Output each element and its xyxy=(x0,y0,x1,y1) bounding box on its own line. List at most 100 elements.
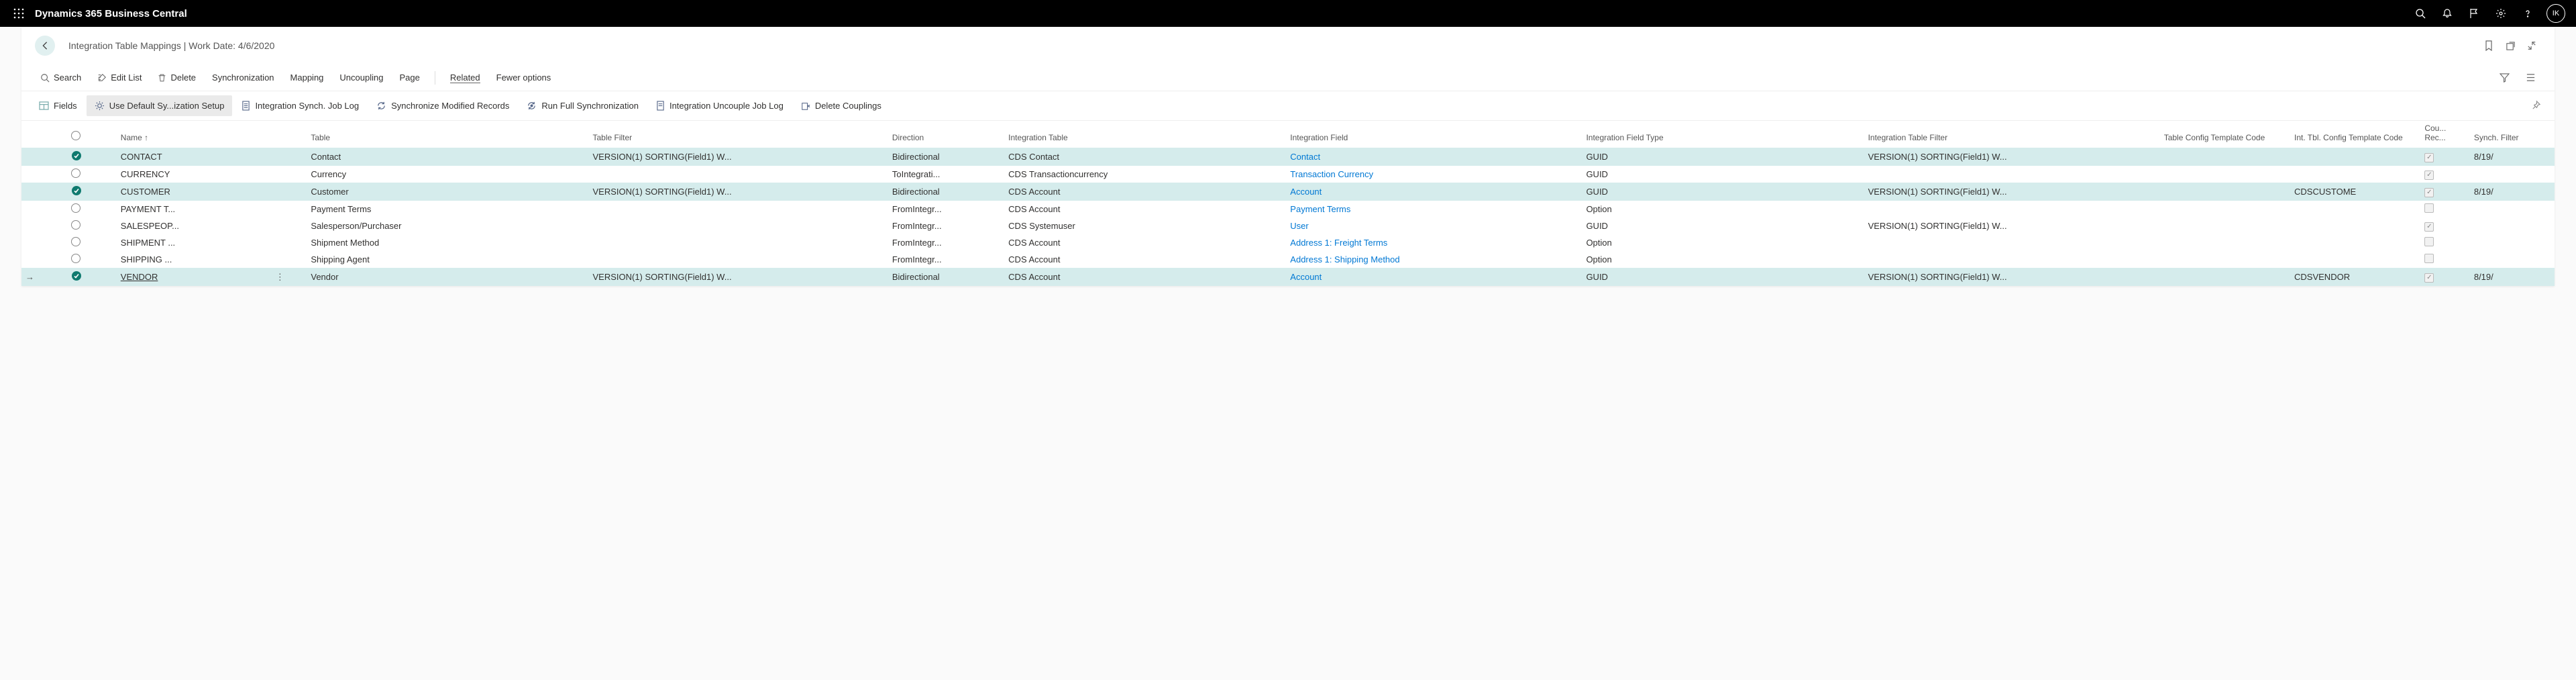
list-view-icon[interactable] xyxy=(2519,68,2542,87)
cell-int-field[interactable]: Payment Terms xyxy=(1286,201,1582,217)
col-int-cfg[interactable]: Int. Tbl. Config Template Code xyxy=(2290,121,2420,148)
app-launcher-icon[interactable] xyxy=(5,0,32,27)
cell-int-tbl-filter[interactable] xyxy=(1864,201,2160,217)
col-int-field[interactable]: Integration Field xyxy=(1286,121,1582,148)
cell-direction[interactable]: FromIntegr... xyxy=(888,201,1004,217)
flag-icon[interactable] xyxy=(2461,0,2487,27)
cell-tbl-cfg[interactable] xyxy=(2160,183,2290,201)
cell-name[interactable]: SALESPEOP... xyxy=(117,217,272,234)
uncouple-log-tool[interactable]: Integration Uncouple Job Log xyxy=(648,95,792,116)
cell-int-field[interactable]: User xyxy=(1286,217,1582,234)
cell-field-type[interactable]: GUID xyxy=(1582,148,1864,166)
cell-int-table[interactable]: CDS Transactioncurrency xyxy=(1004,166,1286,183)
cell-name[interactable]: SHIPPING ... xyxy=(117,251,272,268)
cell-table[interactable]: Currency xyxy=(307,166,588,183)
cell-int-table[interactable]: CDS Account xyxy=(1004,251,1286,268)
cell-int-table[interactable]: CDS Account xyxy=(1004,183,1286,201)
fewer-options-action[interactable]: Fewer options xyxy=(490,68,558,87)
related-action[interactable]: Related xyxy=(443,68,487,87)
cell-synch[interactable] xyxy=(2470,166,2555,183)
row-selected-icon[interactable] xyxy=(71,271,82,281)
cell-name[interactable]: CONTACT xyxy=(117,148,272,166)
cell-name[interactable]: CUSTOMER xyxy=(117,183,272,201)
cell-table[interactable]: Vendor xyxy=(307,268,588,286)
cell-name[interactable]: SHIPMENT ... xyxy=(117,234,272,251)
delete-couplings-tool[interactable]: Delete Couplings xyxy=(793,95,890,116)
delete-action[interactable]: Delete xyxy=(151,68,203,87)
cell-int-table[interactable]: CDS Account xyxy=(1004,234,1286,251)
cell-synch[interactable]: 8/19/ xyxy=(2470,183,2555,201)
cell-tbl-cfg[interactable] xyxy=(2160,234,2290,251)
cell-int-tbl-filter[interactable] xyxy=(1864,166,2160,183)
row-selected-icon[interactable] xyxy=(71,150,82,161)
cell-int-field[interactable]: Account xyxy=(1286,183,1582,201)
use-default-setup-tool[interactable]: Use Default Sy...ization Setup xyxy=(87,95,233,116)
cell-int-tbl-filter[interactable]: VERSION(1) SORTING(Field1) W... xyxy=(1864,148,2160,166)
cell-direction[interactable]: FromIntegr... xyxy=(888,217,1004,234)
cou-checkbox[interactable] xyxy=(2424,237,2434,246)
cell-cou[interactable]: ✓ xyxy=(2420,268,2470,286)
cell-int-table[interactable]: CDS Contact xyxy=(1004,148,1286,166)
data-grid[interactable]: Name ↑ Table Table Filter Direction Inte… xyxy=(21,121,2555,286)
cell-int-field[interactable]: Address 1: Freight Terms xyxy=(1286,234,1582,251)
cell-field-type[interactable]: Option xyxy=(1582,234,1864,251)
cell-int-cfg[interactable] xyxy=(2290,234,2420,251)
table-row[interactable]: →VENDOR⋮VendorVERSION(1) SORTING(Field1)… xyxy=(21,268,2555,286)
cell-field-type[interactable]: GUID xyxy=(1582,166,1864,183)
back-button[interactable] xyxy=(35,36,55,56)
cell-table[interactable]: Shipping Agent xyxy=(307,251,588,268)
select-all[interactable] xyxy=(71,131,80,140)
cou-checkbox[interactable]: ✓ xyxy=(2424,222,2434,232)
table-row[interactable]: CUSTOMER Customer VERSION(1) SORTING(Field… xyxy=(21,183,2555,201)
row-selected-icon[interactable] xyxy=(71,185,82,196)
table-row[interactable]: SHIPPING ... Shipping Agent FromIntegr...C… xyxy=(21,251,2555,268)
cell-tbl-cfg[interactable] xyxy=(2160,217,2290,234)
cou-checkbox[interactable]: ✓ xyxy=(2424,273,2434,283)
col-int-field-type[interactable]: Integration Field Type xyxy=(1582,121,1864,148)
table-row[interactable]: SHIPMENT ...Shipment MethodFromIntegr...… xyxy=(21,234,2555,251)
cell-int-table[interactable]: CDS Account xyxy=(1004,201,1286,217)
cou-checkbox[interactable]: ✓ xyxy=(2424,153,2434,162)
uncoupling-action[interactable]: Uncoupling xyxy=(333,68,390,87)
filter-icon[interactable] xyxy=(2493,68,2516,87)
cell-int-cfg[interactable] xyxy=(2290,251,2420,268)
cell-table[interactable]: Shipment Method xyxy=(307,234,588,251)
cell-int-tbl-filter[interactable]: VERSION(1) SORTING(Field1) W... xyxy=(1864,183,2160,201)
cell-table-filter[interactable]: VERSION(1) SORTING(Field1) W... xyxy=(588,148,888,166)
popout-icon[interactable] xyxy=(2501,36,2520,55)
col-table-filter[interactable]: Table Filter xyxy=(588,121,888,148)
table-row[interactable]: SALESPEOP...Salesperson/PurchaserFromInt… xyxy=(21,217,2555,234)
cell-cou[interactable] xyxy=(2420,251,2470,268)
cell-tbl-cfg[interactable] xyxy=(2160,201,2290,217)
avatar[interactable]: IK xyxy=(2546,4,2565,23)
cell-int-field[interactable]: Account xyxy=(1286,268,1582,286)
cell-field-type[interactable]: Option xyxy=(1582,201,1864,217)
cell-synch[interactable]: 8/19/ xyxy=(2470,268,2555,286)
cell-synch[interactable] xyxy=(2470,234,2555,251)
cou-checkbox[interactable]: ✓ xyxy=(2424,171,2434,180)
cell-field-type[interactable]: Option xyxy=(1582,251,1864,268)
cell-cou[interactable]: ✓ xyxy=(2420,217,2470,234)
cell-tbl-cfg[interactable] xyxy=(2160,148,2290,166)
row-select[interactable] xyxy=(71,203,80,213)
cell-int-cfg[interactable] xyxy=(2290,201,2420,217)
cell-int-cfg[interactable]: CDSVENDOR xyxy=(2290,268,2420,286)
settings-icon[interactable] xyxy=(2487,0,2514,27)
cell-int-tbl-filter[interactable] xyxy=(1864,251,2160,268)
cell-int-table[interactable]: CDS Systemuser xyxy=(1004,217,1286,234)
cell-direction[interactable]: FromIntegr... xyxy=(888,251,1004,268)
mapping-action[interactable]: Mapping xyxy=(284,68,331,87)
col-int-tbl-filter[interactable]: Integration Table Filter xyxy=(1864,121,2160,148)
cou-checkbox[interactable] xyxy=(2424,203,2434,213)
cell-int-field[interactable]: Address 1: Shipping Method xyxy=(1286,251,1582,268)
table-row[interactable]: PAYMENT T...Payment TermsFromIntegr...CD… xyxy=(21,201,2555,217)
integration-job-log-tool[interactable]: Integration Synch. Job Log xyxy=(233,95,367,116)
cell-direction[interactable]: Bidirectional xyxy=(888,268,1004,286)
col-synch[interactable]: Synch. Filter xyxy=(2470,121,2555,148)
cell-int-cfg[interactable] xyxy=(2290,217,2420,234)
cell-name[interactable]: VENDOR xyxy=(117,268,272,286)
cell-table[interactable]: Customer xyxy=(307,183,588,201)
cou-checkbox[interactable] xyxy=(2424,254,2434,263)
col-cou[interactable]: Cou... Rec... xyxy=(2420,121,2470,148)
cell-name[interactable]: CURRENCY xyxy=(117,166,272,183)
